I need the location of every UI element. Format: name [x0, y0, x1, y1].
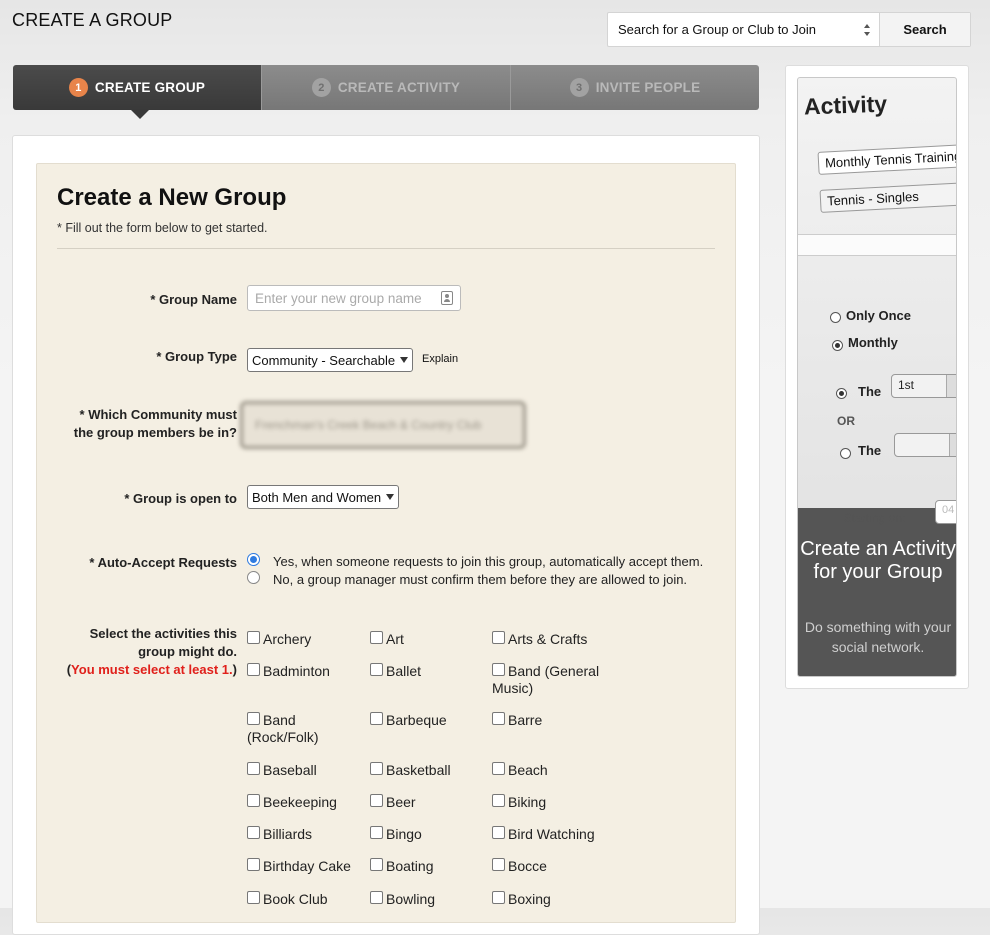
- activity-label: Bingo: [386, 826, 422, 842]
- promo-the-text-2: The: [858, 443, 882, 458]
- community-label: * Which Community must the group members…: [37, 406, 237, 442]
- promo-the-radio-2: [840, 448, 851, 459]
- auto-accept-yes-radio[interactable]: [247, 553, 260, 566]
- auto-accept-label: * Auto-Accept Requests: [89, 555, 237, 570]
- activity-label: Art: [386, 631, 404, 647]
- promo-monthly-text: Monthly: [848, 335, 898, 350]
- activity-label: Baseball: [263, 762, 317, 778]
- page-title: CREATE A GROUP: [12, 10, 173, 30]
- activity-label: Boxing: [508, 891, 551, 907]
- promo-band: [798, 234, 956, 256]
- wizard-steps: 1 CREATE GROUP 2 CREATE ACTIVITY 3 INVIT…: [13, 65, 759, 119]
- promo-activity-name-field: Monthly Tennis Training: [817, 144, 956, 175]
- promo-only-once-radio: [830, 312, 841, 323]
- auto-accept-no-text: No, a group manager must confirm them be…: [273, 572, 688, 587]
- step-label: CREATE GROUP: [94, 80, 206, 95]
- group-name-input[interactable]: [247, 285, 461, 311]
- open-to-select[interactable]: Both Men and Women: [247, 485, 399, 509]
- contact-card-icon[interactable]: [441, 291, 453, 305]
- activity-label: Bowling: [386, 891, 436, 907]
- promo-heading: Create an Activity for your Group: [800, 538, 956, 583]
- select-updown-icon: [949, 434, 956, 456]
- auto-accept-yes-text: Yes, when someone requests to join this …: [273, 554, 704, 569]
- activities-label: Select the activities this group might d…: [37, 625, 237, 679]
- promo-day-select: 1st: [891, 374, 956, 398]
- activity-label: Archery: [263, 631, 312, 647]
- auto-accept-no-radio[interactable]: [247, 571, 260, 584]
- step-create-group[interactable]: 1 CREATE GROUP: [13, 65, 261, 119]
- chevron-down-icon: [386, 494, 394, 500]
- promo-day-value: 1st: [898, 378, 915, 392]
- activity-label: Barbeque: [386, 712, 447, 728]
- activity-label: Birthday Cake: [263, 858, 351, 874]
- activity-label: Beach: [508, 762, 548, 778]
- activity-label: Billiards: [263, 826, 313, 842]
- select-updown-icon: [864, 24, 870, 36]
- promo-activity-title: Activity: [803, 90, 888, 120]
- form-title: Create a New Group: [57, 184, 287, 211]
- note-close-paren: ): [232, 662, 237, 677]
- group-type-value: Community - Searchable: [252, 352, 396, 368]
- activity-label: Bird Watching: [508, 826, 595, 842]
- activities-required-note: (You must select at least 1.): [37, 661, 237, 679]
- group-type-label: * Group Type: [156, 349, 237, 364]
- promo-description: Do something with your social network.: [804, 619, 952, 655]
- community-label-line2: the group members be in?: [73, 425, 237, 440]
- group-search-select-value: Search for a Group or Club to Join: [618, 22, 816, 37]
- activity-label: Basketball: [386, 762, 451, 778]
- step-number: 1: [68, 78, 88, 97]
- chevron-down-icon: [400, 357, 408, 363]
- promo-start-field: 04: [935, 500, 956, 524]
- activity-label: Book Club: [263, 891, 328, 907]
- create-activity-promo[interactable]: Activity Monthly Tennis Training Tennis …: [797, 77, 957, 677]
- activity-label: Arts & Crafts: [508, 631, 588, 647]
- activity-label: Bocce: [508, 858, 547, 874]
- step-number: 3: [569, 78, 589, 97]
- community-value: Frenchman's Creek Beach & Country Club: [255, 418, 482, 432]
- promo-the-radio-1: [836, 388, 847, 399]
- activity-label: Band (General Music): [492, 663, 600, 696]
- group-search-select[interactable]: Search for a Group or Club to Join: [608, 13, 880, 46]
- activity-label: Biking: [508, 794, 547, 810]
- select-updown-icon: [946, 375, 956, 397]
- activity-label: Barre: [508, 712, 543, 728]
- promo-monthly-radio: [832, 340, 843, 351]
- promo-only-once-text: Only Once: [846, 308, 912, 323]
- community-select[interactable]: Frenchman's Creek Beach & Country Club: [240, 401, 526, 449]
- group-search-bar: Search for a Group or Club to Join Searc…: [607, 12, 971, 47]
- activity-label: Band (Rock/Folk): [247, 712, 319, 745]
- promo-week-select: [894, 433, 956, 457]
- step-create-activity[interactable]: 2 CREATE ACTIVITY: [261, 65, 510, 110]
- group-name-label: * Group Name: [150, 292, 237, 307]
- open-to-label: * Group is open to: [124, 491, 237, 506]
- note-text: You must select at least 1.: [71, 662, 233, 677]
- step-label: INVITE PEOPLE: [595, 80, 701, 95]
- step-label: CREATE ACTIVITY: [337, 80, 461, 95]
- step-invite-people[interactable]: 3 INVITE PEOPLE: [510, 65, 759, 110]
- open-to-value: Both Men and Women: [252, 489, 382, 505]
- promo-or-text: OR: [837, 414, 855, 428]
- activity-label: Ballet: [386, 663, 422, 679]
- activity-label: Beer: [386, 794, 416, 810]
- activities-label-line1: Select the activities this: [89, 626, 237, 641]
- activity-label: Beekeeping: [263, 794, 337, 810]
- promo-activity-type-field: Tennis - Singles: [819, 182, 956, 213]
- activity-label: Badminton: [263, 663, 330, 679]
- group-type-select[interactable]: Community - Searchable: [247, 348, 413, 372]
- step-number: 2: [311, 78, 331, 97]
- activity-label: Boating: [386, 858, 434, 874]
- form-subtitle: * Fill out the form below to get started…: [57, 221, 268, 235]
- promo-starting-on: Starting on:: [844, 511, 906, 525]
- form-divider: [57, 248, 715, 249]
- community-label-line1: * Which Community must: [79, 407, 237, 422]
- explain-link[interactable]: Explain: [422, 353, 458, 365]
- search-button[interactable]: Search: [880, 13, 970, 46]
- activities-label-line2: group might do.: [138, 644, 237, 659]
- promo-the-text-1: The: [858, 384, 882, 399]
